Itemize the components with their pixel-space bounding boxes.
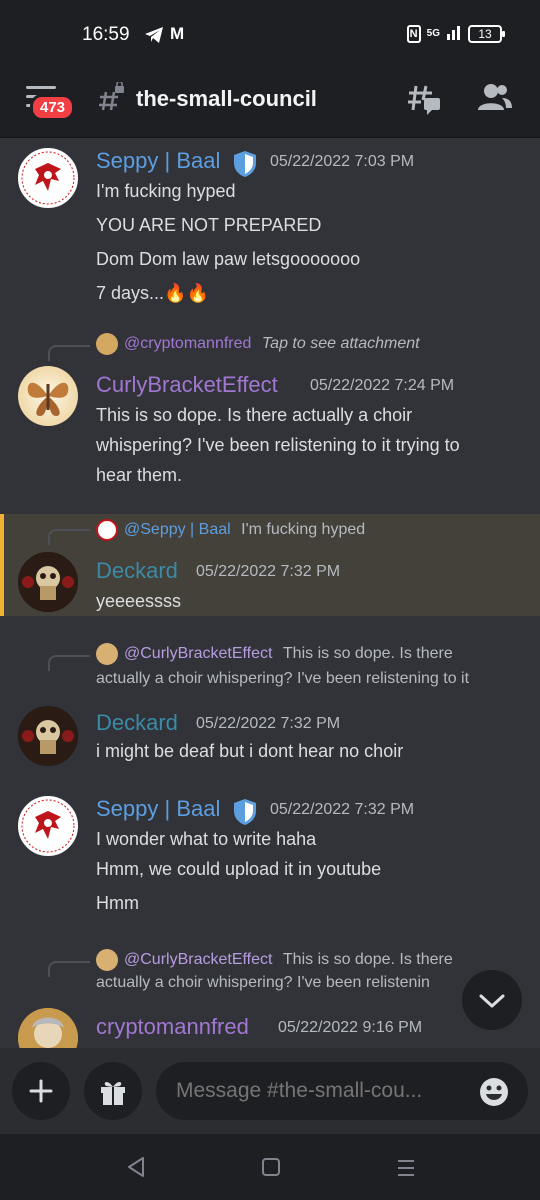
nfc-icon: N [406, 24, 421, 43]
reply-connector [48, 961, 90, 977]
reply-author: @cryptomannfred [124, 335, 252, 352]
gmail-icon: M [170, 24, 185, 43]
gift-icon [101, 1081, 125, 1105]
author-name[interactable]: Seppy | Baal [96, 796, 220, 822]
message-composer [0, 1048, 540, 1134]
reply-text-continued: actually a choir whispering? I've been r… [96, 974, 430, 991]
reply-text: Tap to see attachment [261, 335, 420, 352]
message-line: I wonder what to write haha [96, 829, 317, 849]
reply-avatar [96, 642, 118, 665]
threads-icon[interactable] [406, 82, 442, 121]
author-name[interactable]: Seppy | Baal [96, 148, 220, 174]
avatar[interactable] [18, 148, 78, 208]
message-line: i might be deaf but i dont hear no choir [96, 741, 404, 761]
author-name[interactable]: Deckard [96, 558, 178, 584]
channel-title: the-small-council [136, 86, 317, 111]
message-line: I'm fucking hyped [96, 181, 236, 201]
message-line: YOU ARE NOT PREPARED [96, 215, 322, 235]
moderator-shield-icon [232, 150, 258, 183]
recents-icon[interactable] [396, 1158, 416, 1183]
message-line: Dom Dom law paw letsgooooooo [96, 249, 361, 269]
reply-author: @Seppy | Baal [124, 521, 231, 538]
message-line: Hmm, we could upload it in youtube [96, 859, 382, 879]
reply-preview[interactable]: @CurlyBracketEffect This is so dope. Is … [96, 948, 453, 972]
avatar[interactable] [18, 706, 78, 766]
reply-avatar [96, 518, 118, 541]
back-icon[interactable] [126, 1156, 146, 1183]
author-name[interactable]: CurlyBracketEffect [96, 372, 278, 398]
timestamp: 05/22/2022 7:03 PM [270, 153, 415, 170]
message-line: whispering? I've been relistening to it … [96, 435, 460, 455]
telegram-icon [144, 26, 164, 49]
reply-text: This is so dope. Is there [282, 645, 453, 662]
message[interactable]: @cryptomannfred Tap to see attachment Cu… [0, 330, 540, 500]
message[interactable]: @CurlyBracketEffect This is so dope. Is … [0, 640, 540, 770]
message-line: 7 days...🔥🔥 [96, 283, 209, 303]
timestamp: 05/22/2022 7:32 PM [196, 563, 341, 580]
jump-to-bottom-button[interactable] [462, 970, 522, 1030]
reply-avatar [96, 332, 118, 355]
reply-avatar [96, 948, 118, 971]
timestamp: 05/22/2022 7:32 PM [270, 801, 415, 818]
message-line: This is so dope. Is there actually a cho… [96, 405, 413, 425]
reply-text-continued: actually a choir whispering? I've been r… [96, 670, 470, 687]
locked-channel-icon [98, 80, 126, 117]
timestamp: 05/22/2022 9:16 PM [278, 1019, 423, 1036]
message[interactable]: Seppy | Baal 05/22/2022 7:32 PM I wonder… [0, 788, 540, 928]
chevron-down-icon [479, 994, 505, 1008]
reply-author: @CurlyBracketEffect [124, 951, 273, 968]
signal-icon [446, 24, 462, 43]
message[interactable]: @CurlyBracketEffect This is so dope. Is … [0, 946, 540, 1048]
reply-connector [48, 345, 90, 361]
avatar[interactable] [18, 552, 78, 612]
timestamp: 05/22/2022 7:32 PM [196, 715, 341, 732]
avatar[interactable] [18, 366, 78, 426]
reply-connector [48, 529, 90, 545]
emoji-icon[interactable] [478, 1076, 510, 1113]
gift-button[interactable] [84, 1062, 142, 1120]
status-time: 16:59 [82, 24, 130, 45]
channel-header: 473 the-small-council [0, 64, 540, 138]
battery-indicator: 13 [468, 24, 505, 43]
avatar[interactable] [18, 796, 78, 856]
reply-text: This is so dope. Is there [282, 951, 453, 968]
reply-connector [48, 655, 90, 671]
system-nav-bar [0, 1134, 540, 1200]
author-name[interactable]: cryptomannfred [96, 1014, 249, 1040]
network-label: 5G [426, 28, 440, 39]
plus-icon [29, 1079, 53, 1103]
reply-preview[interactable]: @cryptomannfred Tap to see attachment [96, 332, 420, 356]
message[interactable]: @Seppy | Baal I'm fucking hyped Deckard … [0, 514, 540, 616]
reply-text: I'm fucking hyped [241, 521, 366, 538]
reply-preview[interactable]: @CurlyBracketEffect This is so dope. Is … [96, 642, 453, 666]
status-bar: 16:59 M N 5G 13 [0, 0, 540, 64]
author-name[interactable]: Deckard [96, 710, 178, 736]
message-line: Hmm [96, 893, 139, 913]
message-input[interactable] [156, 1062, 528, 1120]
avatar[interactable] [18, 1008, 78, 1048]
message-line: yeeeessss [96, 591, 182, 611]
members-icon[interactable] [478, 82, 512, 117]
home-icon[interactable] [262, 1158, 280, 1176]
reply-preview[interactable]: @Seppy | Baal I'm fucking hyped [96, 518, 365, 542]
message[interactable]: Seppy | Baal 05/22/2022 7:03 PM I'm fuck… [0, 138, 540, 318]
mention-badge: 473 [30, 94, 76, 121]
timestamp: 05/22/2022 7:24 PM [310, 377, 455, 394]
reply-author: @CurlyBracketEffect [124, 645, 273, 662]
message-line: hear them. [96, 465, 183, 485]
add-attachment-button[interactable] [12, 1062, 70, 1120]
